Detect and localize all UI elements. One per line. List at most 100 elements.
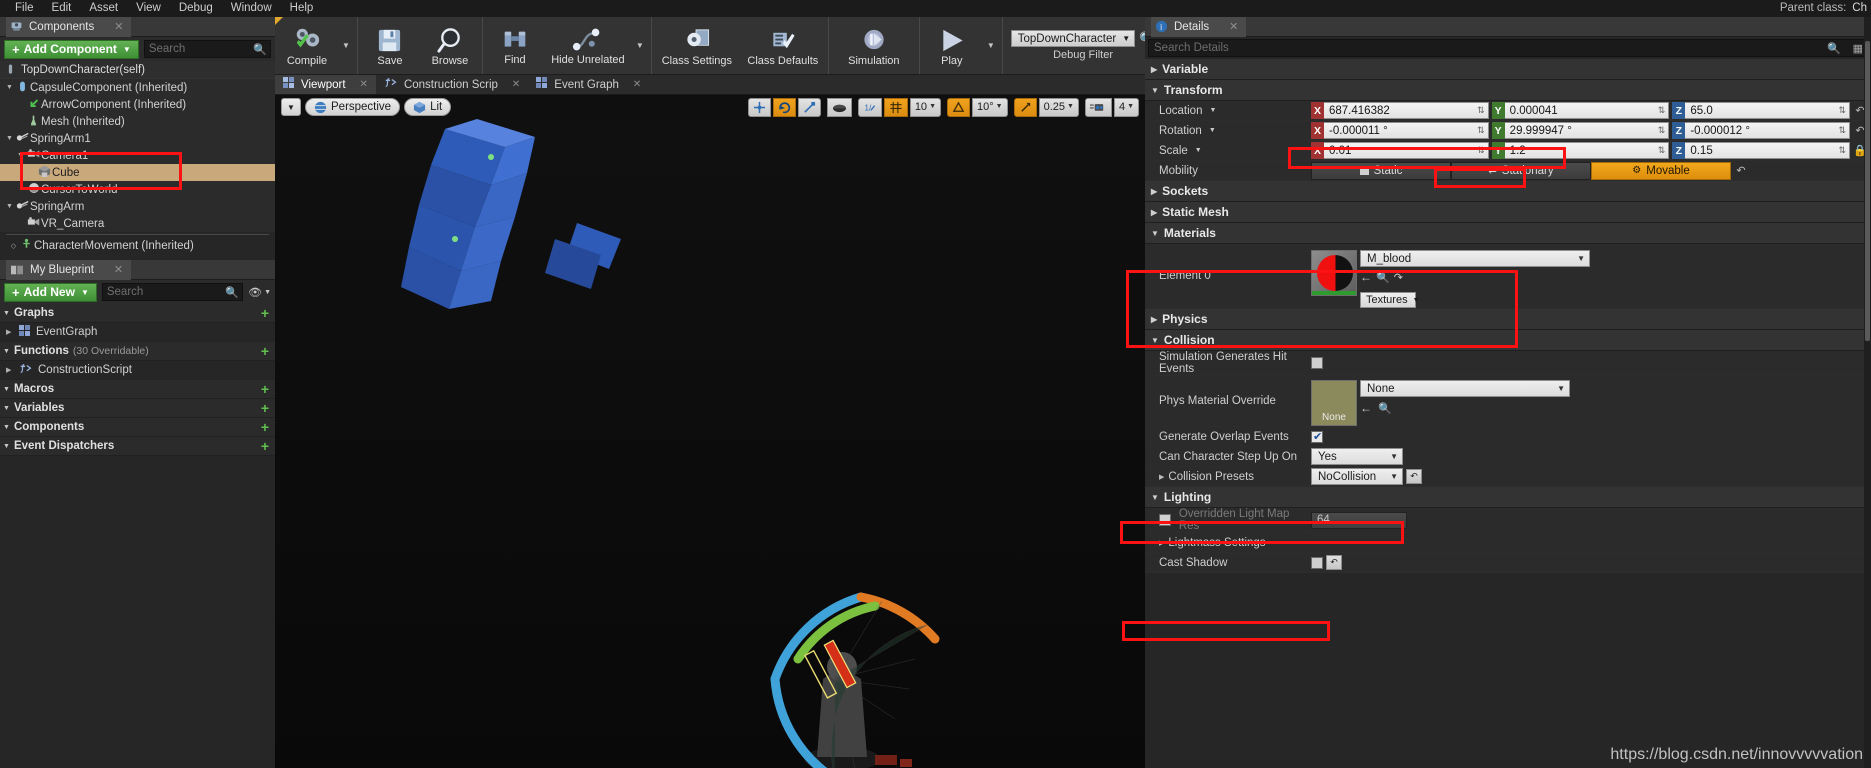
mobility-option-static[interactable]: Static bbox=[1311, 161, 1451, 180]
angle-snap-toggle[interactable] bbox=[947, 97, 970, 117]
components-search-input[interactable]: Search 🔍 bbox=[143, 40, 271, 58]
add-component-button[interactable]: + Add Component ▼ bbox=[4, 39, 139, 59]
menu-item-help[interactable]: Help bbox=[281, 0, 323, 17]
section-graphs[interactable]: ▼ Graphs + bbox=[0, 304, 275, 323]
chevron-right-icon[interactable]: ▶ bbox=[1159, 473, 1164, 481]
tree-row-mesh-inherited[interactable]: Mesh (Inherited) bbox=[0, 113, 275, 130]
angle-snap-value[interactable]: 10° ▼ bbox=[972, 97, 1008, 117]
play-dropdown-caret[interactable]: ▼ bbox=[982, 17, 1000, 74]
menu-item-window[interactable]: Window bbox=[222, 0, 281, 17]
close-icon[interactable]: ✕ bbox=[114, 20, 123, 33]
back-arrow-icon[interactable]: ← bbox=[1360, 401, 1372, 415]
rotation-x-field[interactable]: X -0.000011 ° ⇅ bbox=[1311, 122, 1489, 139]
list-item[interactable]: ▶ ConstructionScript bbox=[0, 361, 275, 380]
reset-to-default-button[interactable]: ↶ bbox=[1406, 469, 1422, 484]
overridden-lightmap-checkbox[interactable] bbox=[1159, 514, 1171, 526]
camera-speed-icon-button[interactable] bbox=[1084, 97, 1112, 117]
chevron-down-icon[interactable]: ▼ bbox=[1209, 127, 1216, 134]
section-functions[interactable]: ▼ Functions (30 Overridable) + bbox=[0, 342, 275, 361]
close-icon[interactable]: ✕ bbox=[512, 79, 520, 90]
tab-viewport[interactable]: Viewport ✕ bbox=[275, 75, 376, 94]
details-search-input[interactable]: Search Details 🔍 ▦ bbox=[1148, 39, 1868, 57]
section-macros[interactable]: ▼ Macros + bbox=[0, 380, 275, 399]
add-to-section-button[interactable]: + bbox=[261, 420, 269, 434]
tree-row-charactermovement[interactable]: ◇ CharacterMovement (Inherited) bbox=[0, 237, 275, 254]
location-y-field[interactable]: Y 0.000041 ⇅ bbox=[1491, 102, 1670, 119]
tree-row-cursortoworld[interactable]: CursorToWorld bbox=[0, 181, 275, 198]
hide-unrelated-dropdown-caret[interactable]: ▼ bbox=[631, 17, 649, 74]
add-to-section-button[interactable]: + bbox=[261, 382, 269, 396]
view-mode-perspective-button[interactable]: Perspective bbox=[305, 98, 401, 116]
chevron-down-icon[interactable]: ▼ bbox=[4, 203, 15, 210]
myblueprint-search-input[interactable]: Search 🔍 bbox=[101, 283, 244, 301]
tree-row-camera1[interactable]: ▼ Camera1 bbox=[0, 147, 275, 164]
location-z-field[interactable]: Z 65.0 ⇅ bbox=[1672, 102, 1851, 119]
category-lighting[interactable]: ▼ Lighting bbox=[1145, 487, 1871, 508]
scale-tool-button[interactable] bbox=[797, 97, 821, 117]
menu-item-view[interactable]: View bbox=[127, 0, 170, 17]
step-up-dropdown[interactable]: Yes ▼ bbox=[1311, 448, 1403, 465]
rotation-y-field[interactable]: Y 29.999947 ° ⇅ bbox=[1491, 122, 1670, 139]
debug-filter-dropdown[interactable]: TopDownCharacter ▼ bbox=[1010, 30, 1136, 47]
textures-button[interactable]: Textures ▼ bbox=[1360, 292, 1420, 308]
section-event-dispatchers[interactable]: ▼ Event Dispatchers + bbox=[0, 437, 275, 456]
class-settings-button[interactable]: Class Settings bbox=[654, 17, 740, 74]
play-button[interactable]: Play bbox=[922, 17, 982, 74]
chevron-down-icon[interactable]: ▼ bbox=[1209, 107, 1216, 114]
tab-my-blueprint[interactable]: My Blueprint ✕ bbox=[6, 259, 132, 280]
tree-row-vr-camera[interactable]: VR_Camera bbox=[0, 215, 275, 232]
cast-shadow-checkbox[interactable] bbox=[1311, 556, 1323, 569]
back-arrow-icon[interactable]: ← bbox=[1360, 270, 1372, 284]
collision-presets-dropdown[interactable]: NoCollision ▼ bbox=[1311, 468, 1403, 485]
rotate-tool-button[interactable] bbox=[772, 97, 796, 117]
tab-event-graph[interactable]: Event Graph ✕ bbox=[528, 75, 649, 94]
tab-construction-scrip[interactable]: Construction Scrip ✕ bbox=[376, 75, 528, 94]
add-to-section-button[interactable]: + bbox=[261, 344, 269, 358]
category-sockets[interactable]: ▶ Sockets bbox=[1145, 181, 1871, 202]
material-asset-picker[interactable]: M_blood ▼ bbox=[1360, 250, 1590, 267]
overridden-lightmap-value[interactable]: 64 bbox=[1311, 511, 1407, 529]
close-icon[interactable]: ✕ bbox=[633, 79, 641, 90]
add-to-section-button[interactable]: + bbox=[261, 306, 269, 320]
simulation-button[interactable]: Simulation bbox=[831, 17, 917, 74]
add-to-section-button[interactable]: + bbox=[261, 439, 269, 453]
menu-item-debug[interactable]: Debug bbox=[170, 0, 222, 17]
menu-item-file[interactable]: File bbox=[6, 0, 43, 17]
reset-to-default-button[interactable]: ↶ bbox=[1326, 555, 1342, 570]
category-collision[interactable]: ▼ Collision bbox=[1145, 330, 1871, 351]
viewport-options-menu[interactable]: ▼ bbox=[281, 98, 301, 116]
grid-snap-toggle[interactable] bbox=[883, 97, 908, 117]
section-variables[interactable]: ▼ Variables + bbox=[0, 399, 275, 418]
scale-y-field[interactable]: Y 1.2 ⇅ bbox=[1491, 142, 1670, 159]
grid-settings-icon[interactable]: ▦ bbox=[1853, 42, 1863, 55]
tab-details[interactable]: i Details ✕ bbox=[1151, 16, 1247, 37]
compile-dropdown-caret[interactable]: ▼ bbox=[337, 17, 355, 74]
chevron-right-icon[interactable]: ▶ bbox=[6, 366, 14, 374]
category-materials[interactable]: ▼ Materials bbox=[1145, 223, 1871, 244]
find-button[interactable]: Find bbox=[485, 17, 545, 74]
translate-tool-button[interactable] bbox=[747, 97, 771, 117]
details-scrollbar-thumb[interactable] bbox=[1865, 41, 1870, 341]
browse-magnifier-icon[interactable]: 🔍 bbox=[1378, 402, 1392, 415]
reset-arrow-icon[interactable]: ↶ bbox=[1734, 164, 1748, 177]
add-to-section-button[interactable]: + bbox=[261, 401, 269, 415]
category-variable[interactable]: ▶ Variable bbox=[1145, 59, 1871, 80]
chevron-right-icon[interactable]: ▶ bbox=[6, 328, 14, 336]
scale-x-field[interactable]: X 0.01 ⇅ bbox=[1311, 142, 1489, 159]
menu-item-edit[interactable]: Edit bbox=[43, 0, 81, 17]
coordinate-space-button[interactable] bbox=[826, 97, 852, 117]
view-mode-lit-button[interactable]: Lit bbox=[404, 98, 452, 116]
details-scrollbar[interactable] bbox=[1864, 17, 1871, 768]
phys-material-thumbnail[interactable]: None bbox=[1311, 380, 1357, 426]
component-root-row[interactable]: TopDownCharacter(self) bbox=[0, 61, 275, 79]
tree-row-cube[interactable]: Cube bbox=[0, 164, 275, 181]
save-button[interactable]: Save bbox=[360, 17, 420, 74]
chevron-down-icon[interactable]: ▼ bbox=[4, 84, 15, 91]
scale-z-field[interactable]: Z 0.15 ⇅ bbox=[1672, 142, 1851, 159]
tree-row-arrowcomponent-inherited[interactable]: ArrowComponent (Inherited) bbox=[0, 96, 275, 113]
browse-button[interactable]: Browse bbox=[420, 17, 480, 74]
list-item[interactable]: ▶ EventGraph bbox=[0, 323, 275, 342]
class-defaults-button[interactable]: Class Defaults bbox=[740, 17, 826, 74]
hide-unrelated-button[interactable]: Hide Unrelated bbox=[545, 17, 631, 74]
chevron-down-icon[interactable]: ▼ bbox=[15, 152, 26, 159]
